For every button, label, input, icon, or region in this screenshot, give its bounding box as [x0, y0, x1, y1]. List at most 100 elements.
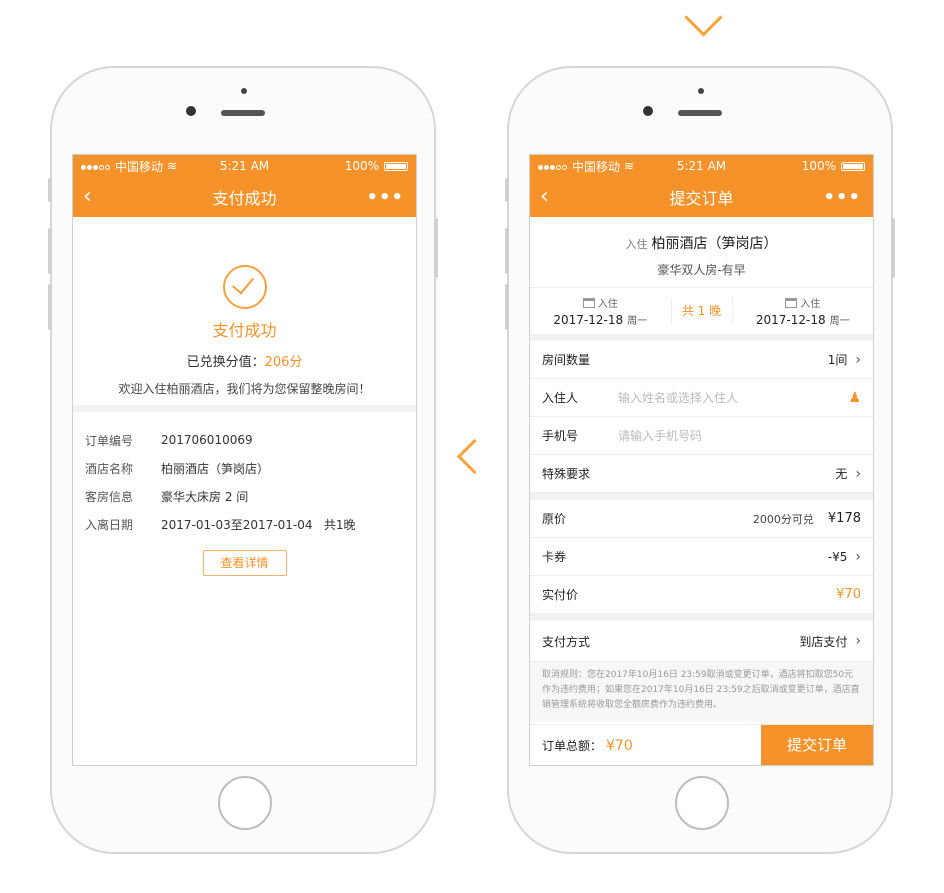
more-button[interactable]: ••• — [823, 187, 861, 208]
battery-icon — [384, 161, 408, 171]
payment-value: 到店支付 — [799, 634, 848, 649]
nav-bar: ‹ 支付成功 ••• — [73, 177, 416, 217]
payment-label: 支付方式 — [542, 634, 591, 649]
guest-label: 入住人 — [542, 391, 579, 405]
guest-input[interactable]: 输入姓名或选择入住人 — [618, 389, 848, 406]
date-selector[interactable]: 入住 2017-12-18 周一 共 1 晚 入住 2017-12-18 周一 — [530, 287, 873, 334]
submit-order-button[interactable]: 提交订单 — [761, 725, 873, 765]
info-value: 2017-01-03至2017-01-04 共1晚 — [161, 517, 356, 532]
phone-input[interactable]: 请输入手机号码 — [618, 427, 861, 444]
phone-left: 中国移动 ≋ 5:21 AM 100% ‹ 支付成功 ••• 支付成功 已兑换分… — [48, 66, 438, 854]
special-value: 无 — [835, 467, 848, 481]
points-label: 已兑换分值： — [186, 355, 265, 370]
order-total: 订单总额： ¥70 — [530, 737, 633, 754]
person-icon[interactable]: ♟ — [848, 390, 861, 406]
divider — [530, 493, 873, 500]
info-value: 豪华大床房 2 间 — [161, 489, 249, 504]
phone-row: 手机号 请输入手机号码 — [530, 417, 873, 455]
view-details-button[interactable]: 查看详情 — [202, 550, 287, 576]
earpiece-speaker — [678, 110, 722, 116]
proximity-sensor — [698, 88, 704, 94]
nights-count: 共 1 晚 — [670, 298, 733, 324]
battery-icon — [841, 161, 865, 171]
checkout-label: 入住 — [800, 299, 821, 310]
welcome-message: 欢迎入住柏丽酒店，我们将为您保留整晚房间！ — [118, 382, 371, 396]
special-request-row[interactable]: 特殊要求 无 › — [530, 455, 873, 493]
screen-payment-success: 中国移动 ≋ 5:21 AM 100% ‹ 支付成功 ••• 支付成功 已兑换分… — [72, 154, 417, 766]
checkin-date-value: 2017-12-18 — [553, 313, 624, 327]
home-button[interactable] — [675, 776, 729, 830]
back-button[interactable]: ‹ — [540, 177, 549, 217]
volume-up-button — [48, 228, 52, 274]
chevron-down-icon — [684, 0, 723, 37]
home-button[interactable] — [218, 776, 272, 830]
power-button — [891, 218, 895, 278]
clock: 5:21 AM — [219, 159, 270, 173]
hotel-name: 柏丽酒店（笋岗店） — [651, 236, 778, 252]
room-count-label: 房间数量 — [542, 353, 591, 367]
info-value: 柏丽酒店（笋岗店） — [161, 461, 270, 476]
coupon-value: -¥5 — [827, 549, 848, 564]
page-title: 支付成功 — [212, 189, 277, 208]
info-value: 201706010069 — [161, 433, 253, 447]
chevron-right-icon: › — [855, 548, 861, 565]
status-bar: 中国移动 ≋ 5:21 AM 100% — [73, 155, 416, 177]
phone-right: 中国移动 ≋ 5:21 AM 100% ‹ 提交订单 ••• 入住 柏丽酒店（笋岗… — [505, 66, 895, 854]
coupon-label: 卡券 — [542, 550, 567, 564]
original-price-label: 原价 — [542, 512, 567, 526]
calendar-icon — [785, 297, 798, 308]
power-button — [434, 218, 438, 278]
info-row-order-no: 订单编号 201706010069 — [85, 426, 404, 454]
volume-down-button — [48, 284, 52, 330]
hotel-header: 入住 柏丽酒店（笋岗店） 豪华双人房-有早 — [530, 217, 873, 287]
more-button[interactable]: ••• — [366, 187, 404, 208]
success-title: 支付成功 — [212, 321, 277, 340]
order-info: 订单编号 201706010069 酒店名称 柏丽酒店（笋岗店） 客房信息 豪华… — [73, 412, 416, 576]
special-label: 特殊要求 — [542, 467, 591, 481]
original-price-value: ¥178 — [827, 511, 861, 526]
divider — [530, 334, 873, 341]
screen-submit-order: 中国移动 ≋ 5:21 AM 100% ‹ 提交订单 ••• 入住 柏丽酒店（笋岗… — [529, 154, 874, 766]
back-button[interactable]: ‹ — [83, 177, 92, 217]
info-key: 入离日期 — [85, 517, 134, 532]
success-section: 支付成功 已兑换分值：206分 欢迎入住柏丽酒店，我们将为您保留整晚房间！ — [73, 217, 416, 405]
info-row-dates: 入离日期 2017-01-03至2017-01-04 共1晚 — [85, 510, 404, 538]
points-redeem-note: 2000分可兑 — [752, 512, 814, 526]
checkout-weekday: 周一 — [829, 316, 850, 327]
info-key: 客房信息 — [85, 489, 134, 504]
total-label: 订单总额： — [542, 738, 603, 753]
actual-price-value: ¥70 — [836, 587, 861, 602]
checkin-label: 入住 — [597, 299, 618, 310]
info-row-room: 客房信息 豪华大床房 2 间 — [85, 482, 404, 510]
earpiece-speaker — [221, 110, 265, 116]
payment-method-row[interactable]: 支付方式 到店支付 › — [530, 621, 873, 662]
chevron-left-icon — [456, 438, 493, 475]
hotel-prefix: 入住 — [625, 238, 648, 251]
chevron-right-icon: › — [855, 465, 861, 482]
points-value: 206分 — [264, 355, 303, 370]
info-key: 酒店名称 — [85, 461, 134, 476]
coupon-row[interactable]: 卡券 -¥5 › — [530, 538, 873, 576]
volume-up-button — [505, 228, 509, 274]
room-type: 豪华双人房-有早 — [657, 263, 746, 277]
checkin-date[interactable]: 入住 2017-12-18 周一 — [530, 295, 671, 327]
phone-label: 手机号 — [542, 429, 579, 443]
front-camera — [186, 106, 196, 116]
divider — [73, 405, 416, 412]
actual-price-label: 实付价 — [542, 588, 579, 602]
room-count-row[interactable]: 房间数量 1间 › — [530, 341, 873, 379]
total-value: ¥70 — [606, 737, 633, 754]
bottom-bar: 订单总额： ¥70 提交订单 — [530, 724, 873, 765]
checkin-weekday: 周一 — [627, 316, 648, 327]
mute-switch — [48, 178, 52, 202]
check-circle-icon — [222, 265, 267, 309]
page-title: 提交订单 — [669, 189, 734, 208]
divider — [530, 614, 873, 621]
original-price-row: 原价 2000分可兑 ¥178 — [530, 500, 873, 538]
room-count-value: 1间 — [827, 353, 848, 367]
checkout-date[interactable]: 入住 2017-12-18 周一 — [733, 295, 874, 327]
guest-row: 入住人 输入姓名或选择入住人 ♟ — [530, 379, 873, 417]
front-camera — [643, 106, 653, 116]
actual-price-row: 实付价 ¥70 — [530, 576, 873, 614]
chevron-right-icon: › — [855, 633, 861, 649]
